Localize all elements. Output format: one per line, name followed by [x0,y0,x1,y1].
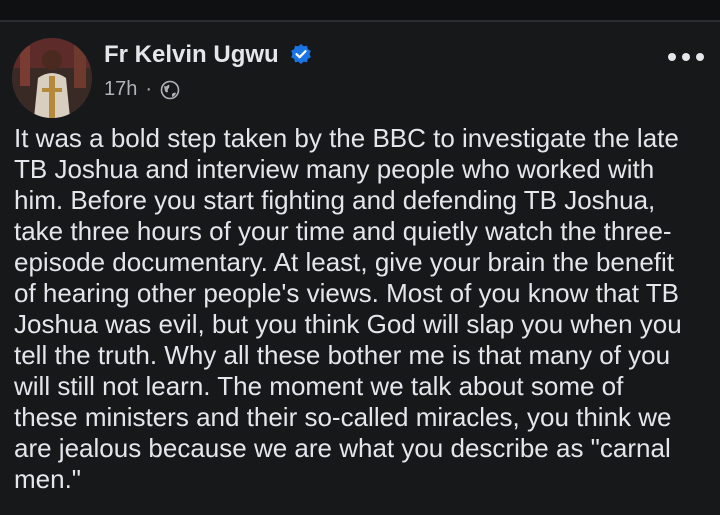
post-body-line: TB Joshua and interview many people who … [14,154,655,184]
author-row: Fr Kelvin Ugwu [104,41,313,69]
post-body-line: episode documentary. At least, give your… [14,247,675,277]
post-meta: 17h · [104,78,180,101]
more-dot [682,53,690,61]
post-time[interactable]: 17h [104,78,137,101]
post-body-line: men." [14,464,82,494]
post-body-line: It was a bold step taken by the BBC to i… [14,123,679,153]
post-body-line: tell the truth. Why all these bother me … [14,340,671,370]
post-body: It was a bold step taken by the BBC to i… [14,123,714,495]
more-dot [668,53,676,61]
post-body-line: Joshua was evil, but you think God will … [14,309,682,339]
post-body-line: take three hours of your time and quietl… [14,216,672,246]
verified-badge-icon [289,43,313,67]
more-dot [696,53,704,61]
more-options-icon[interactable] [668,47,704,67]
globe-icon[interactable] [160,80,180,100]
post-body-line: will still not learn. The moment we talk… [14,371,624,401]
post-card: Fr Kelvin Ugwu 17h · It was a bold step … [0,22,720,515]
top-strip [0,0,720,22]
meta-separator: · [145,78,153,100]
avatar[interactable] [12,38,92,118]
post-body-line: these ministers and their so-called mira… [14,402,672,432]
post-body-line: him. Before you start fighting and defen… [14,185,656,215]
author-name[interactable]: Fr Kelvin Ugwu [104,41,279,69]
post-body-line: are jealous because we are what you desc… [14,433,671,463]
post-body-line: of hearing other people's views. Most of… [14,278,679,308]
